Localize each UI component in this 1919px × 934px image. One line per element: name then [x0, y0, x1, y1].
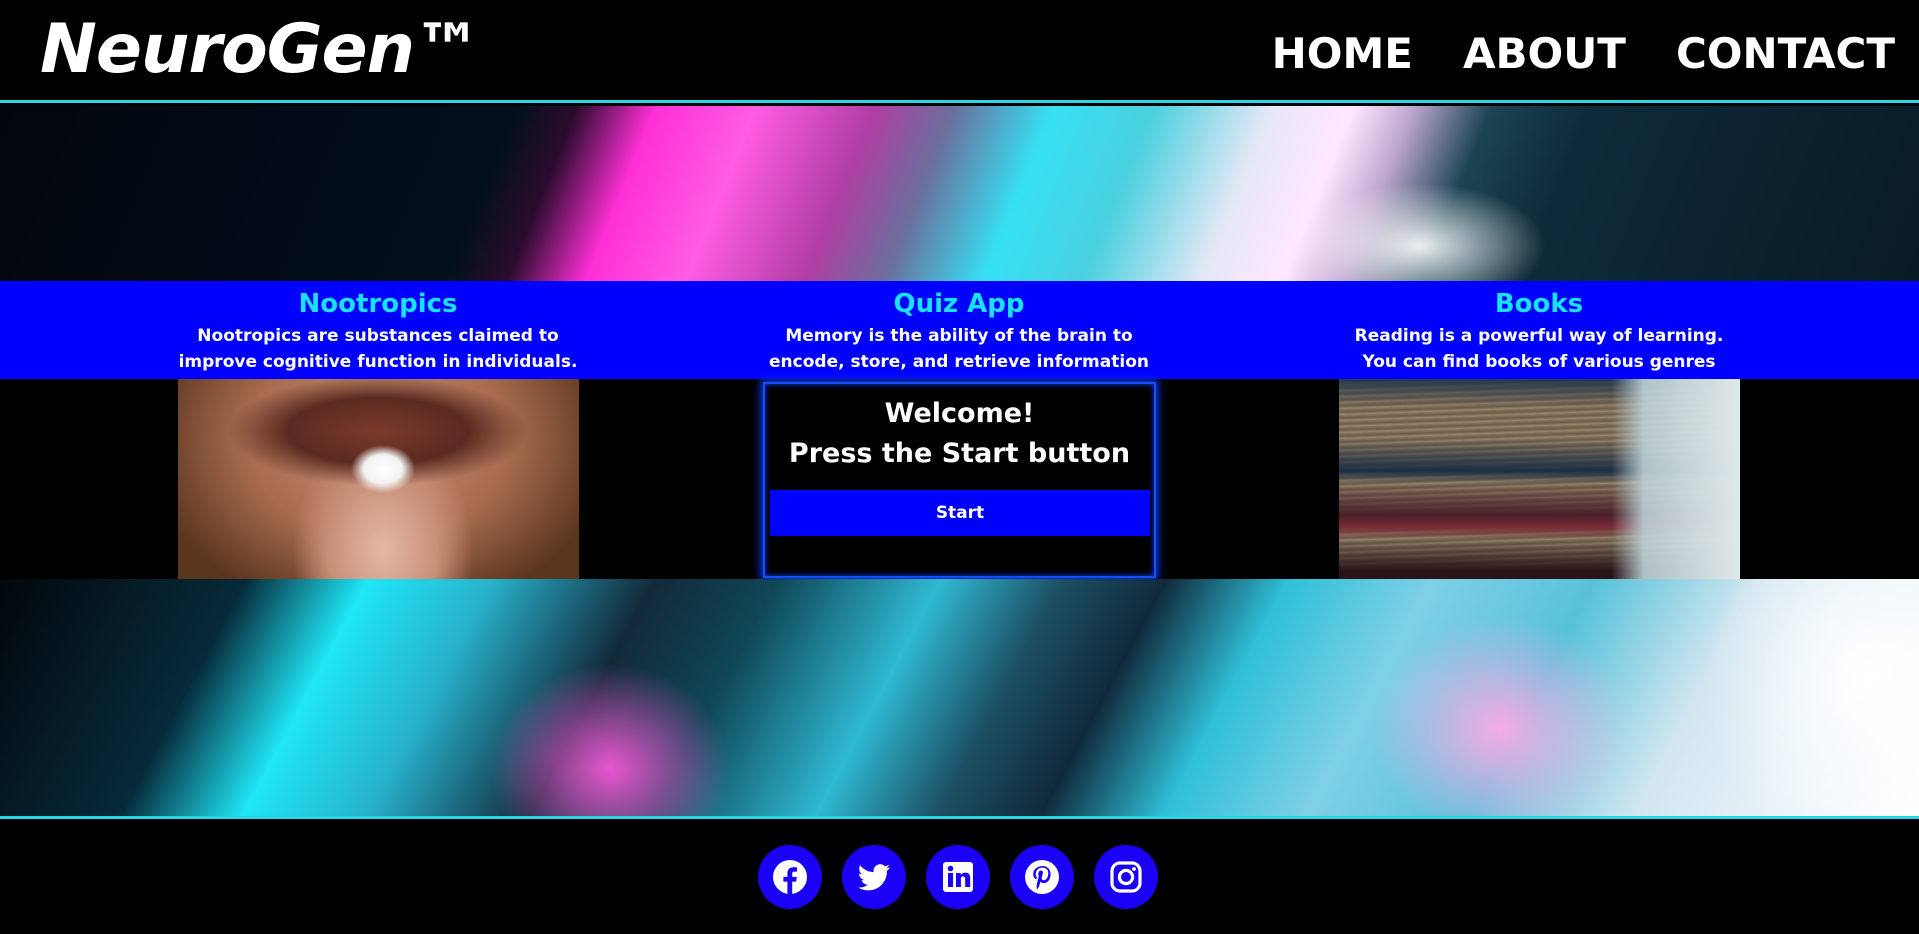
quiz-welcome-text: Welcome!: [884, 398, 1035, 429]
hero-banner-top: [0, 106, 1919, 281]
nav-about-link[interactable]: ABOUT: [1463, 26, 1626, 82]
feature-nootropics: Nootropics Nootropics are substances cla…: [168, 281, 588, 375]
feature-title: Nootropics: [298, 289, 458, 319]
linkedin-link[interactable]: [926, 845, 990, 909]
facebook-link[interactable]: [758, 845, 822, 909]
quiz-instruction-text: Press the Start button: [788, 438, 1131, 469]
feature-description: Nootropics are substances claimed to imp…: [178, 326, 578, 372]
instagram-link[interactable]: [1094, 845, 1158, 909]
pinterest-icon: [1025, 860, 1059, 894]
feature-bar: Nootropics Nootropics are substances cla…: [0, 281, 1919, 398]
main-nav: HOME ABOUT CONTACT: [1272, 26, 1895, 82]
feature-title: Quiz App: [893, 289, 1025, 319]
books-image: [1339, 379, 1740, 579]
linkedin-icon: [943, 862, 973, 892]
start-button[interactable]: Start: [770, 490, 1150, 536]
nav-contact-link[interactable]: CONTACT: [1676, 26, 1895, 82]
brand-logo[interactable]: NeuroGen™: [40, 8, 482, 92]
instagram-icon: [1110, 861, 1142, 893]
nav-home-link[interactable]: HOME: [1272, 26, 1413, 82]
twitter-icon: [858, 864, 890, 891]
social-links: [758, 845, 1158, 909]
pinterest-link[interactable]: [1010, 845, 1074, 909]
hero-banner-bottom: [0, 579, 1919, 819]
feature-title: Books: [1494, 289, 1584, 319]
quiz-heading: Welcome! Press the Start button: [765, 394, 1154, 474]
twitter-link[interactable]: [842, 845, 906, 909]
quiz-panel: Welcome! Press the Start button Start: [763, 382, 1156, 578]
nootropics-image: [178, 379, 579, 579]
site-header: NeuroGen™ HOME ABOUT CONTACT: [0, 0, 1919, 103]
site-footer: [0, 819, 1919, 934]
facebook-icon: [773, 860, 807, 895]
